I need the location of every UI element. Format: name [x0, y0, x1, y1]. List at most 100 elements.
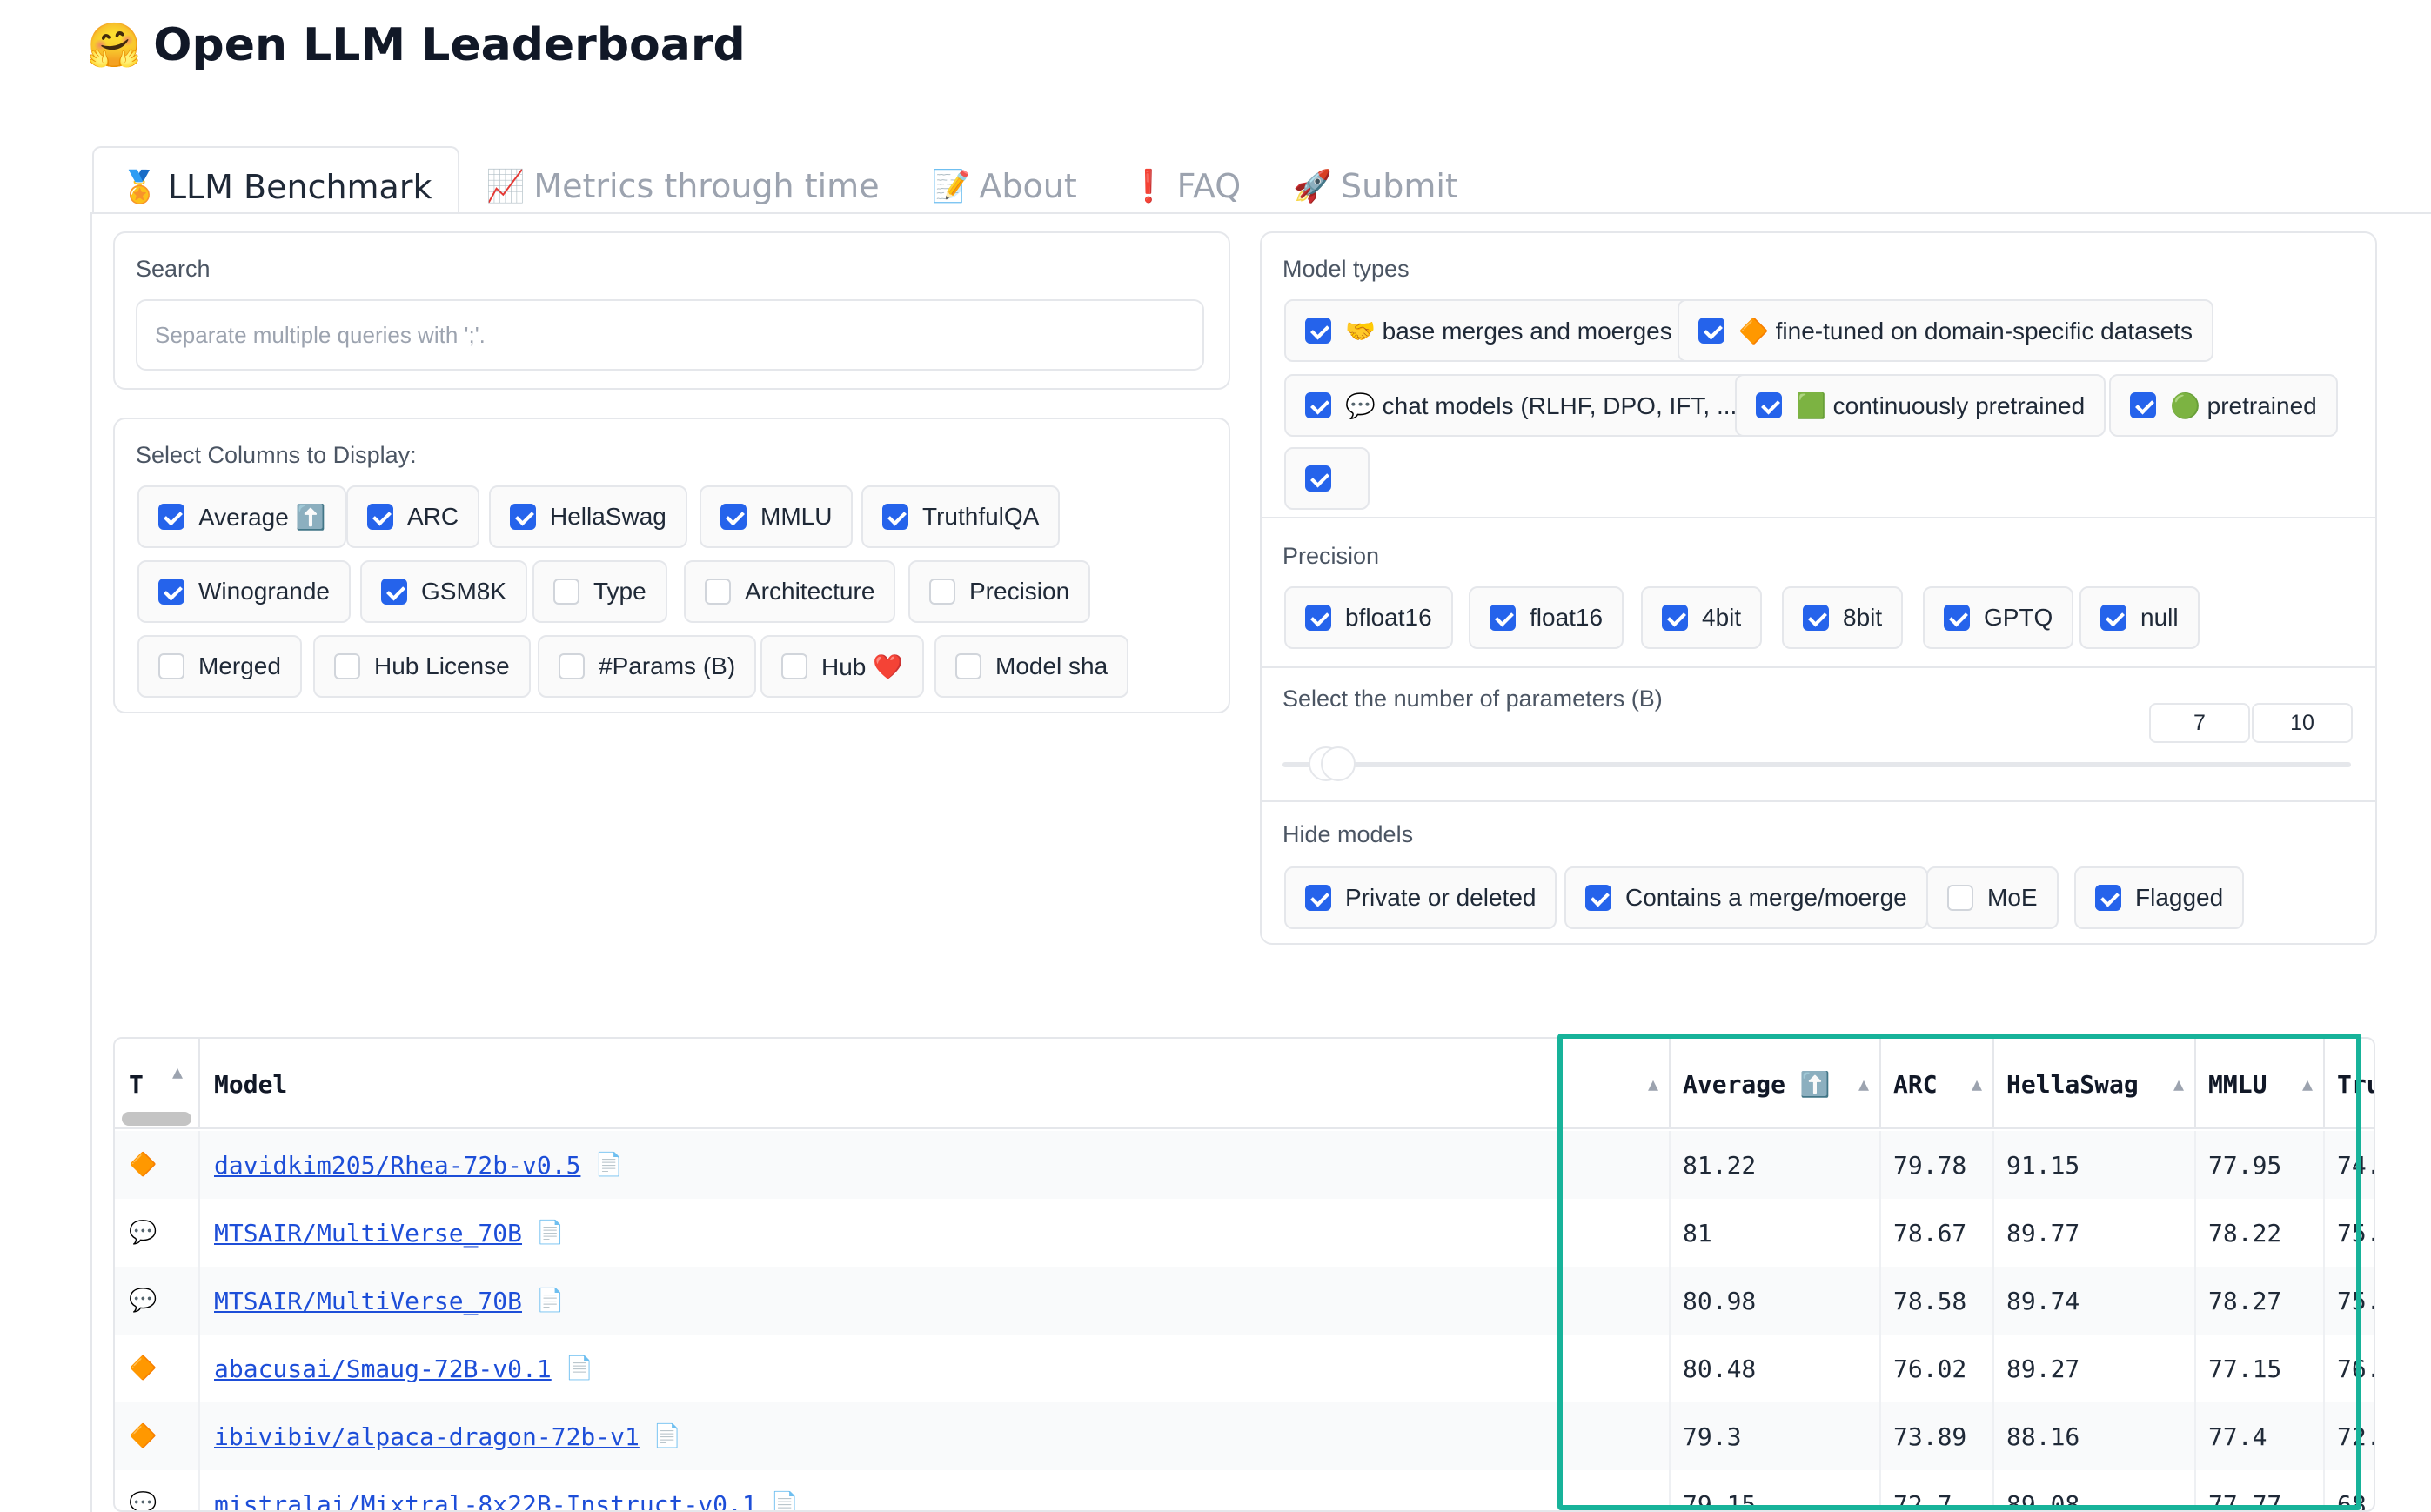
checkbox[interactable] [367, 504, 393, 530]
checkbox[interactable] [553, 579, 579, 605]
hide-flagged[interactable]: Flagged [2074, 866, 2245, 929]
column-toggle-gsm8k[interactable]: GSM8K [360, 560, 528, 623]
checkbox[interactable] [2130, 392, 2156, 418]
model-type-fine-tuned[interactable]: 🔶 fine-tuned on domain-specific datasets [1678, 299, 2214, 362]
checkbox[interactable] [1944, 605, 1970, 631]
precision-4bit[interactable]: 4bit [1641, 586, 1763, 649]
copy-icon[interactable]: 📄 [536, 1220, 564, 1246]
column-toggle-params[interactable]: #Params (B) [538, 635, 757, 698]
checkbox[interactable] [158, 653, 184, 679]
checkbox[interactable] [882, 504, 908, 530]
checkbox[interactable] [1305, 392, 1331, 418]
model-type-merges[interactable]: 🤝 base merges and moerges [1284, 299, 1693, 362]
column-toggle-hellaswag[interactable]: HellaSwag [489, 485, 687, 548]
copy-icon[interactable]: 📄 [594, 1152, 622, 1178]
params-slider-track[interactable] [1282, 762, 2351, 767]
tab-metrics-through-time[interactable]: 📈 Metrics through time [459, 146, 905, 214]
checkbox[interactable] [1490, 605, 1516, 631]
hide-private-or-deleted[interactable]: Private or deleted [1284, 866, 1557, 929]
table-row[interactable]: 💬 mistralai/Mixtral-8x22B-Instruct-v0.1 📄… [115, 1470, 2374, 1511]
checkbox[interactable] [510, 504, 536, 530]
checkbox[interactable] [1305, 318, 1331, 344]
sort-icon[interactable]: ▲ [1648, 1074, 1658, 1094]
tab-faq[interactable]: ❗ FAQ [1103, 146, 1267, 214]
model-link[interactable]: MTSAIR/MultiVerse_70B [214, 1287, 522, 1315]
model-type-chat[interactable]: 💬 chat models (RLHF, DPO, IFT, ...) [1284, 374, 1766, 437]
column-header-model[interactable]: Model ▲ [200, 1039, 1671, 1129]
precision-8bit[interactable]: 8bit [1782, 586, 1904, 649]
column-toggle-arc[interactable]: ARC [346, 485, 480, 548]
precision-null[interactable]: null [2079, 586, 2200, 649]
checkbox[interactable] [2095, 885, 2121, 911]
checkbox[interactable] [559, 653, 585, 679]
checkbox[interactable] [781, 653, 807, 679]
copy-icon[interactable]: 📄 [771, 1491, 799, 1510]
column-header-truthfulqa[interactable]: Truthful [2325, 1039, 2374, 1129]
column-toggle-type[interactable]: Type [532, 560, 667, 623]
copy-icon[interactable]: 📄 [536, 1288, 564, 1314]
precision-gptq[interactable]: GPTQ [1923, 586, 2074, 649]
column-toggle-winogrande[interactable]: Winogrande [137, 560, 351, 623]
precision-bfloat16[interactable]: bfloat16 [1284, 586, 1453, 649]
checkbox[interactable] [705, 579, 731, 605]
column-header-type[interactable]: T ▲ [115, 1039, 200, 1129]
model-type-unlabeled[interactable] [1284, 447, 1370, 510]
params-max-input[interactable]: 10 [2252, 703, 2353, 743]
column-toggle-hub-license[interactable]: Hub License [313, 635, 531, 698]
checkbox[interactable] [158, 579, 184, 605]
column-toggle-model-sha[interactable]: Model sha [934, 635, 1129, 698]
column-header-mmlu[interactable]: MMLU ▲ [2196, 1039, 2325, 1129]
tab-llm-benchmark[interactable]: 🏅 LLM Benchmark [92, 146, 460, 214]
checkbox[interactable] [334, 653, 360, 679]
table-row[interactable]: 💬 MTSAIR/MultiVerse_70B 📄 81 78.67 89.77 … [115, 1199, 2374, 1267]
checkbox[interactable] [1662, 605, 1688, 631]
table-row[interactable]: 🔶 abacusai/Smaug-72B-v0.1 📄 80.48 76.02 8… [115, 1335, 2374, 1402]
model-link[interactable]: MTSAIR/MultiVerse_70B [214, 1219, 522, 1248]
checkbox[interactable] [955, 653, 981, 679]
params-slider-max-handle[interactable] [1321, 746, 1356, 781]
checkbox[interactable] [1305, 605, 1331, 631]
model-link[interactable]: mistralai/Mixtral-8x22B-Instruct-v0.1 [214, 1490, 757, 1511]
column-toggle-merged[interactable]: Merged [137, 635, 302, 698]
model-link[interactable]: ibivibiv/alpaca-dragon-72b-v1 [214, 1422, 640, 1451]
search-input[interactable]: Separate multiple queries with ';'. [136, 299, 1204, 371]
column-toggle-precision[interactable]: Precision [908, 560, 1091, 623]
model-link[interactable]: abacusai/Smaug-72B-v0.1 [214, 1355, 552, 1383]
model-link[interactable]: davidkim205/Rhea-72b-v0.5 [214, 1151, 580, 1180]
column-toggle-hub-likes[interactable]: Hub ❤️ [760, 635, 925, 698]
checkbox[interactable] [929, 579, 955, 605]
checkbox[interactable] [1803, 605, 1829, 631]
column-toggle-average[interactable]: Average ⬆️ [137, 485, 347, 548]
horizontal-scrollbar[interactable] [122, 1112, 191, 1126]
checkbox[interactable] [720, 504, 747, 530]
checkbox[interactable] [1947, 885, 1973, 911]
column-toggle-mmlu[interactable]: MMLU [700, 485, 854, 548]
hide-moe[interactable]: MoE [1926, 866, 2059, 929]
sort-icon[interactable]: ▲ [2302, 1074, 2313, 1094]
checkbox[interactable] [1698, 318, 1724, 344]
column-toggle-architecture[interactable]: Architecture [684, 560, 896, 623]
sort-icon[interactable]: ▲ [1858, 1074, 1869, 1094]
hide-contains-merge[interactable]: Contains a merge/moerge [1564, 866, 1928, 929]
column-header-average[interactable]: Average ⬆️ ▲ [1671, 1039, 1881, 1129]
tab-about[interactable]: 📝 About [906, 146, 1103, 214]
checkbox[interactable] [1585, 885, 1611, 911]
params-min-input[interactable]: 7 [2149, 703, 2250, 743]
precision-float16[interactable]: float16 [1469, 586, 1624, 649]
sort-icon[interactable]: ▲ [172, 1061, 183, 1082]
column-header-arc[interactable]: ARC ▲ [1881, 1039, 1994, 1129]
checkbox[interactable] [381, 579, 407, 605]
table-row[interactable]: 🔶 davidkim205/Rhea-72b-v0.5 📄 81.22 79.78… [115, 1131, 2374, 1199]
copy-icon[interactable]: 📄 [653, 1423, 681, 1449]
copy-icon[interactable]: 📄 [566, 1355, 593, 1382]
checkbox[interactable] [158, 504, 184, 530]
tab-submit[interactable]: 🚀 Submit [1267, 146, 1484, 214]
model-type-pretrained[interactable]: 🟢 pretrained [2109, 374, 2338, 437]
column-toggle-truthfulqa[interactable]: TruthfulQA [861, 485, 1061, 548]
sort-icon[interactable]: ▲ [1972, 1074, 1982, 1094]
model-type-continuously-pretrained[interactable]: 🟩 continuously pretrained [1735, 374, 2106, 437]
checkbox[interactable] [1756, 392, 1782, 418]
table-row[interactable]: 🔶 ibivibiv/alpaca-dragon-72b-v1 📄 79.3 73… [115, 1402, 2374, 1470]
checkbox[interactable] [1305, 465, 1331, 492]
table-row[interactable]: 💬 MTSAIR/MultiVerse_70B 📄 80.98 78.58 89.… [115, 1267, 2374, 1335]
